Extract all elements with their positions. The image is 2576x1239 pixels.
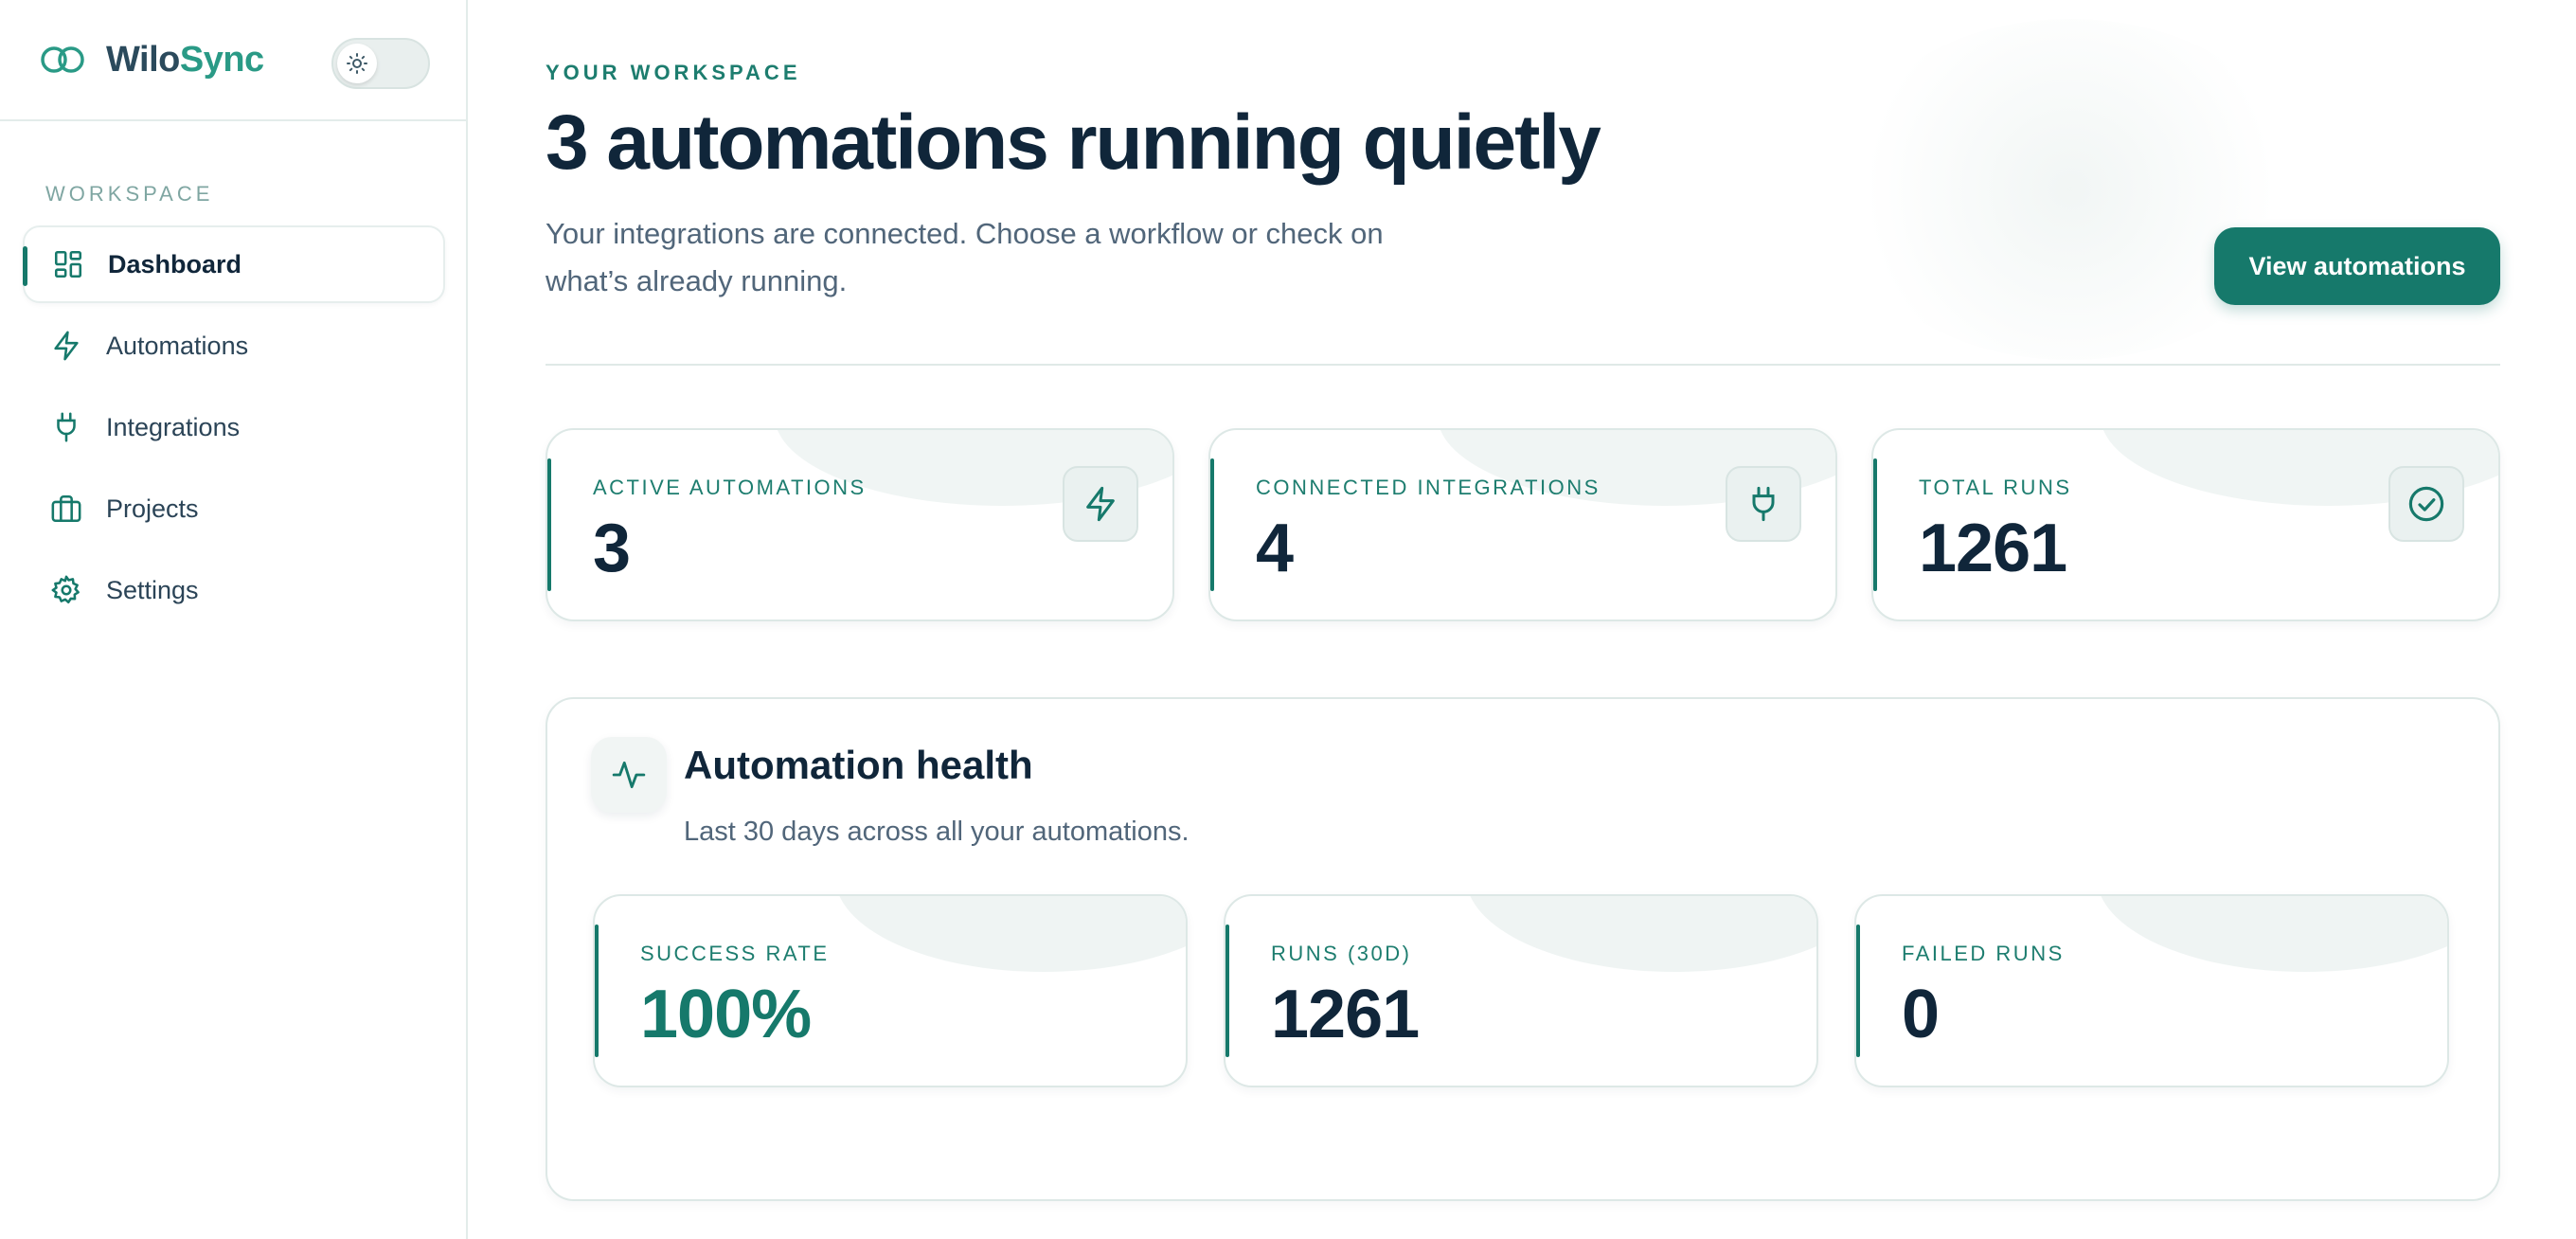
metric-label: SUCCESS RATE	[640, 942, 830, 965]
sidebar-nav: Dashboard Automations Integrations Proje…	[23, 225, 445, 633]
divider	[546, 364, 2500, 366]
sidebar-item-label: Settings	[106, 575, 199, 604]
sidebar-item-label: Integrations	[106, 412, 241, 441]
page-title: 3 automations running quietly	[546, 99, 1601, 186]
sidebar-item-settings[interactable]: Settings	[23, 551, 445, 629]
plug-icon	[49, 410, 83, 444]
lightning-icon	[1063, 466, 1138, 542]
metric-value: 100%	[640, 977, 812, 1052]
background-decoration	[1834, 19, 2307, 360]
sun-icon	[337, 44, 377, 83]
dashboard-grid-icon	[51, 247, 85, 281]
main-content: YOUR WORKSPACE 3 automations running qui…	[546, 0, 2500, 1239]
page-subtitle: Your integrations are connected. Choose …	[546, 217, 1384, 297]
theme-toggle[interactable]	[331, 38, 430, 89]
metric-label: FAILED RUNS	[1902, 942, 2065, 965]
metric-card-failed-runs: FAILED RUNS 0	[1854, 894, 2449, 1087]
stat-label: ACTIVE AUTOMATIONS	[593, 476, 867, 499]
view-automations-button[interactable]: View automations	[2214, 227, 2500, 305]
stat-value: 1261	[1919, 511, 2067, 586]
stat-card-connected-integrations: CONNECTED INTEGRATIONS 4	[1208, 428, 1837, 621]
gear-icon	[49, 573, 83, 607]
metric-value: 1261	[1271, 977, 1420, 1052]
stat-label: TOTAL RUNS	[1919, 476, 2072, 499]
sidebar-item-projects[interactable]: Projects	[23, 470, 445, 548]
card-decoration	[2097, 896, 2447, 972]
logo-icon	[41, 46, 84, 73]
sidebar-item-label: Projects	[106, 494, 199, 523]
lightning-icon	[49, 329, 83, 363]
check-circle-icon	[2388, 466, 2464, 542]
stat-value: 3	[593, 511, 631, 586]
stat-label: CONNECTED INTEGRATIONS	[1256, 476, 1601, 499]
nav-section-label: WORKSPACE	[45, 182, 214, 206]
health-title: Automation health	[684, 743, 1033, 787]
brand-name: WiloSync	[106, 39, 264, 80]
health-subtitle: Last 30 days across all your automations…	[684, 817, 1190, 847]
sidebar-item-integrations[interactable]: Integrations	[23, 388, 445, 466]
stat-value: 4	[1256, 511, 1294, 586]
sidebar-item-label: Automations	[106, 331, 249, 360]
metric-card-success-rate: SUCCESS RATE 100%	[593, 894, 1188, 1087]
card-decoration	[1466, 896, 1816, 972]
stat-card-active-automations: ACTIVE AUTOMATIONS 3	[546, 428, 1174, 621]
activity-pulse-icon	[591, 737, 667, 813]
page-eyebrow: YOUR WORKSPACE	[546, 61, 801, 84]
stat-card-total-runs: TOTAL RUNS 1261	[1871, 428, 2500, 621]
card-decoration	[835, 896, 1186, 972]
metric-card-runs-30d: RUNS (30D) 1261	[1224, 894, 1818, 1087]
briefcase-icon	[49, 492, 83, 526]
sidebar-item-automations[interactable]: Automations	[23, 307, 445, 385]
plug-icon	[1726, 466, 1801, 542]
automation-health-panel: Automation health Last 30 days across al…	[546, 697, 2500, 1201]
metric-value: 0	[1902, 977, 1940, 1052]
sidebar: WiloSync WORKSPACE Dashboard Automations…	[0, 0, 468, 1239]
sidebar-item-dashboard[interactable]: Dashboard	[23, 225, 445, 303]
metric-label: RUNS (30D)	[1271, 942, 1412, 965]
sidebar-item-label: Dashboard	[108, 249, 242, 278]
